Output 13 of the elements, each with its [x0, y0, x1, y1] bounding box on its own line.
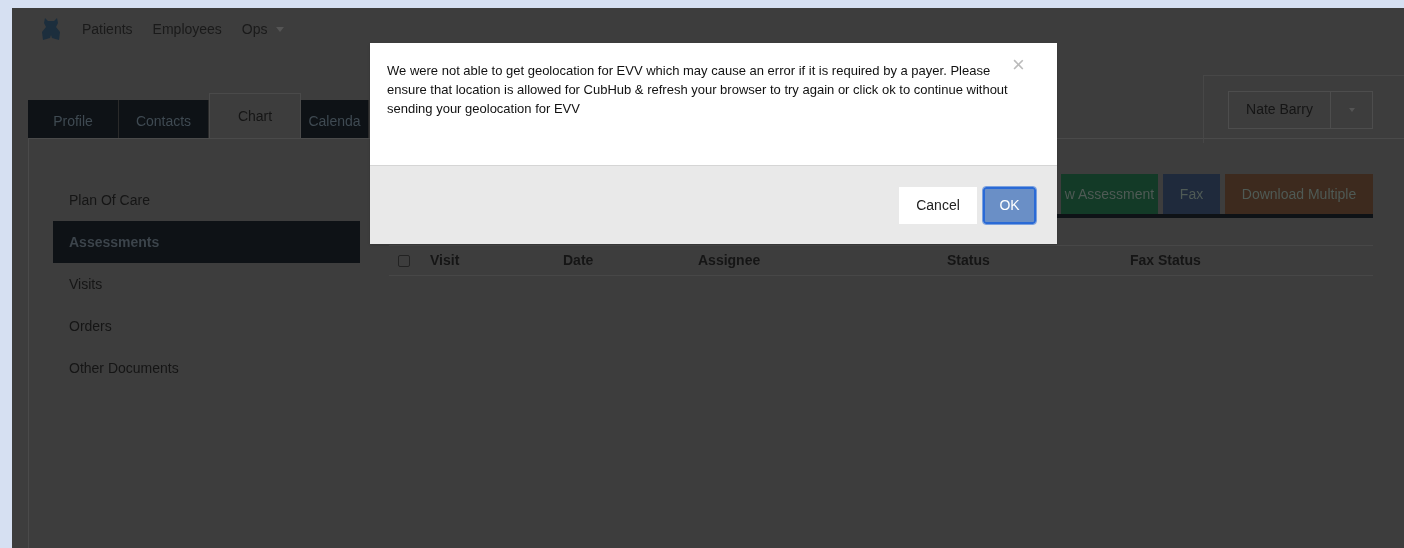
- select-all-checkbox[interactable]: [398, 254, 410, 267]
- dialog-button[interactable]: OK: [983, 186, 1036, 224]
- caret-down-icon: [1348, 107, 1355, 112]
- tab[interactable]: Contacts: [119, 100, 209, 138]
- tab[interactable]: Profile: [28, 100, 119, 138]
- dialog-message: We were not able to get geolocation for EVV which may cause an error if it is required by a payer. Please ensure that location is allowed for CubHub & refresh your browser to try again or click ok to continue without sending your geolocation for EVV: [387, 62, 1009, 118]
- bear-logo-icon[interactable]: [40, 16, 62, 42]
- dialog-button[interactable]: Cancel: [899, 186, 977, 224]
- user-dropdown-button[interactable]: [1331, 90, 1373, 129]
- tab[interactable]: Calenda: [301, 100, 369, 138]
- action-button[interactable]: w Assessment: [1061, 174, 1158, 214]
- caret-down-icon: [275, 26, 284, 32]
- close-button[interactable]: ×: [1012, 55, 1025, 75]
